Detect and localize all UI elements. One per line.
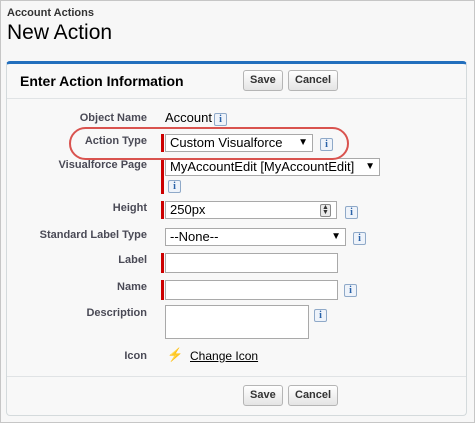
page-header: Account Actions New Action bbox=[7, 7, 112, 45]
description-info-icon[interactable]: i bbox=[314, 309, 327, 322]
action-type-highlight-oval bbox=[69, 127, 349, 160]
standard-label-type-info-icon[interactable]: i bbox=[353, 232, 366, 245]
height-value: 250px bbox=[170, 202, 206, 217]
label-field-label: Label bbox=[118, 254, 147, 266]
window-frame: Account Actions New Action Enter Action … bbox=[0, 0, 475, 423]
object-name-label: Object Name bbox=[79, 112, 147, 124]
lightning-bolt-icon: ⚡ bbox=[167, 347, 184, 362]
height-input[interactable]: 250px bbox=[165, 201, 337, 219]
standard-label-type-select[interactable]: --None-- ▼ bbox=[165, 228, 346, 246]
name-required-indicator bbox=[161, 280, 164, 300]
action-info-panel: Enter Action Information Save Cancel Obj… bbox=[6, 61, 467, 416]
icon-label: Icon bbox=[124, 350, 147, 362]
change-icon-link[interactable]: Change Icon bbox=[190, 349, 258, 363]
visualforce-page-required-indicator bbox=[161, 158, 164, 194]
chevron-down-icon: ▼ bbox=[331, 231, 341, 242]
visualforce-page-label: Visualforce Page bbox=[58, 159, 147, 171]
save-button-top[interactable]: Save bbox=[243, 70, 283, 91]
panel-footer: Save Cancel bbox=[7, 376, 466, 415]
cancel-button-bottom[interactable]: Cancel bbox=[288, 385, 339, 406]
description-label: Description bbox=[86, 307, 147, 319]
name-info-icon[interactable]: i bbox=[344, 284, 357, 297]
save-button-bottom[interactable]: Save bbox=[243, 385, 283, 406]
height-info-icon[interactable]: i bbox=[345, 206, 358, 219]
object-name-value: Account bbox=[165, 110, 212, 125]
visualforce-page-selected-value: MyAccountEdit [MyAccountEdit] bbox=[170, 159, 355, 174]
standard-label-type-label: Standard Label Type bbox=[39, 229, 147, 241]
page-subtitle: Account Actions bbox=[7, 7, 94, 19]
chevron-down-icon: ▼ bbox=[365, 161, 375, 172]
object-name-info-icon[interactable]: i bbox=[214, 113, 227, 126]
height-label: Height bbox=[112, 202, 147, 214]
visualforce-page-select[interactable]: MyAccountEdit [MyAccountEdit] ▼ bbox=[165, 158, 380, 176]
height-required-indicator bbox=[161, 201, 164, 219]
panel-header: Enter Action Information Save Cancel bbox=[7, 64, 466, 99]
name-input[interactable] bbox=[165, 280, 338, 300]
label-input[interactable] bbox=[165, 253, 338, 273]
description-textarea[interactable] bbox=[165, 305, 309, 339]
cancel-button-top[interactable]: Cancel bbox=[288, 70, 339, 91]
page-title: New Action bbox=[7, 21, 113, 44]
standard-label-type-selected-value: --None-- bbox=[170, 229, 219, 244]
visualforce-page-info-icon[interactable]: i bbox=[168, 180, 181, 193]
name-field-label: Name bbox=[117, 281, 147, 293]
panel-title: Enter Action Information bbox=[20, 73, 184, 89]
label-required-indicator bbox=[161, 253, 164, 273]
height-stepper[interactable]: ▲ ▼ bbox=[320, 204, 331, 217]
